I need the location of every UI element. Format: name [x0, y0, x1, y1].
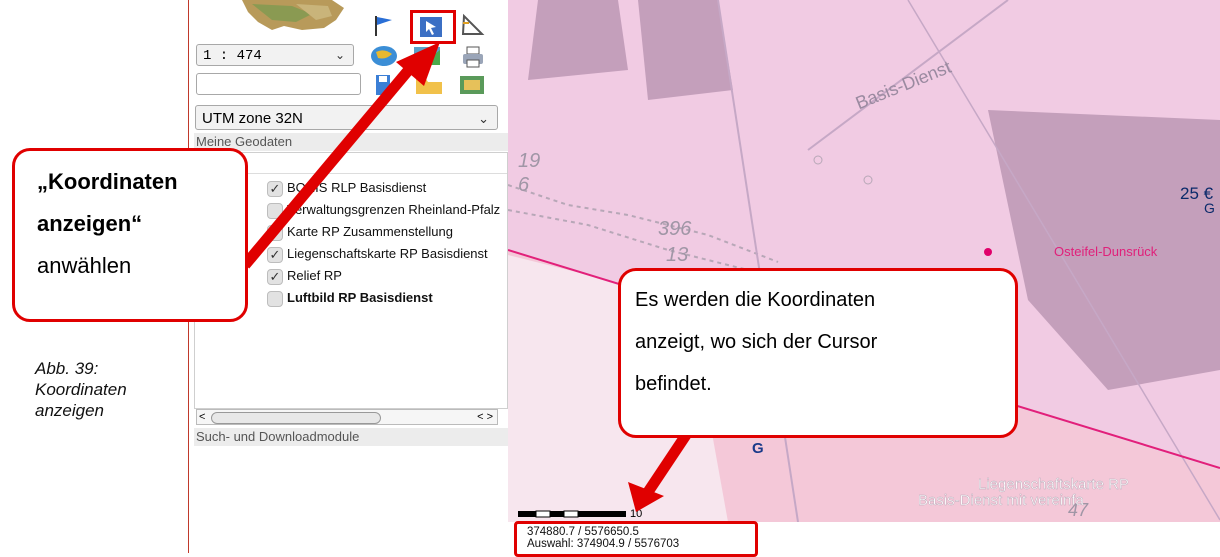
callout-select-coordinates: „Koordinaten anzeigen“ anwählen [12, 148, 248, 322]
arrow-line [643, 428, 693, 496]
callout-coordinates-shown: Es werden die Koordinaten anzeigt, wo si… [618, 268, 1018, 438]
callout-line: anwählen [37, 253, 132, 278]
arrow-line [240, 62, 417, 269]
callout-line: „Koordinaten [37, 169, 178, 194]
callout-line: anzeigt, wo sich der Cursor [635, 331, 878, 353]
callout-line: Es werden die Koordinaten [635, 289, 876, 311]
callout-line: anzeigen“ [37, 211, 143, 236]
callout-line: befindet. [635, 373, 712, 395]
